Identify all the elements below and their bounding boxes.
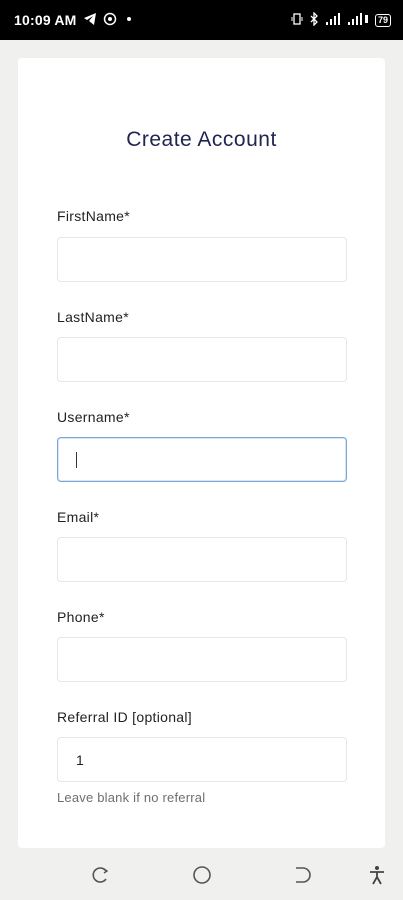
status-bar-right: 79: [291, 10, 391, 29]
phone-field[interactable]: [57, 637, 347, 682]
firstname-label: FirstName*: [57, 208, 131, 224]
navigation-bar: [0, 848, 403, 900]
username-label: Username*: [57, 409, 130, 425]
clock: 10:09 AM: [14, 12, 77, 28]
telegram-icon: [83, 12, 97, 28]
firstname-field[interactable]: [57, 237, 347, 282]
create-account-card: Create Account FirstName* LastName* User…: [18, 58, 385, 848]
referral-id-field[interactable]: 1: [57, 737, 347, 782]
recent-apps-icon[interactable]: [90, 864, 112, 886]
referral-hint: Leave blank if no referral: [57, 790, 206, 805]
status-bar: 10:09 AM 79: [0, 0, 403, 40]
signal-icon: [325, 12, 341, 28]
lastname-field[interactable]: [57, 337, 347, 382]
page-title: Create Account: [126, 128, 277, 151]
vibrate-icon: [291, 12, 303, 28]
text-cursor: [76, 451, 77, 468]
back-icon[interactable]: [291, 864, 313, 886]
email-label: Email*: [57, 509, 100, 525]
dot-icon: [123, 12, 135, 28]
bluetooth-icon: [309, 10, 319, 29]
email-field[interactable]: [57, 537, 347, 582]
battery-icon: 79: [374, 13, 391, 27]
lastname-label: LastName*: [57, 309, 129, 325]
phone-label: Phone*: [57, 609, 105, 625]
username-field[interactable]: [57, 437, 347, 482]
accessibility-icon[interactable]: [366, 864, 388, 886]
data-icon: [347, 12, 369, 28]
whatsapp-icon: [103, 12, 117, 29]
referral-id-label: Referral ID [optional]: [57, 709, 192, 725]
home-icon[interactable]: [191, 864, 213, 886]
status-bar-left: 10:09 AM: [14, 12, 135, 29]
